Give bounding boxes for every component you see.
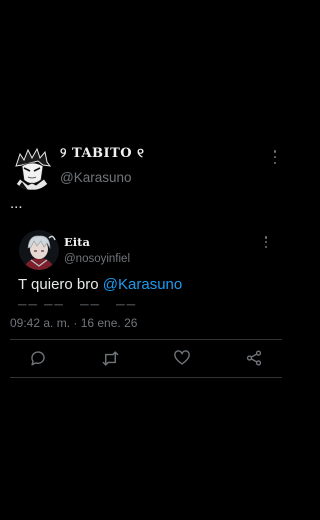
action-bar [0,346,292,372]
quote-author-display-name[interactable]: Eita [64,235,90,249]
quote-author-avatar[interactable] [19,230,59,270]
more-vertical-icon[interactable] [268,150,282,164]
divider [10,339,282,340]
quote-text: T quiero bro @Karasuno [18,276,182,293]
quote-mention-link[interactable]: @Karasuno [103,276,182,293]
like-icon[interactable] [172,346,192,370]
quoted-tweet[interactable]: Eita @nosoyinfiel T quiero bro @Karasuno… [10,218,282,318]
quote-text-body: T quiero bro [18,276,103,293]
share-icon[interactable] [244,346,264,370]
quote-author-handle[interactable]: @nosoyinfiel [64,253,130,265]
divider [10,377,282,378]
author-display-name[interactable]: ୨ TABITO ୧ [60,146,144,161]
reply-icon[interactable] [28,346,48,370]
author-handle[interactable]: @Karasuno [60,170,132,185]
more-vertical-icon[interactable] [260,236,272,248]
tweet-timestamp[interactable]: 09:42 a. m. · 16 ene. 26 [10,316,137,330]
quote-truncated-line: ▔▔ ▔▔ ▔▔ ▔▔ [18,305,138,312]
tweet-detail: ୨ TABITO ୧ @Karasuno ... Eita @nosoyinfi… [0,0,292,520]
tweet-text: ... [10,195,23,212]
retweet-icon[interactable] [100,346,120,370]
author-avatar[interactable] [10,146,54,190]
